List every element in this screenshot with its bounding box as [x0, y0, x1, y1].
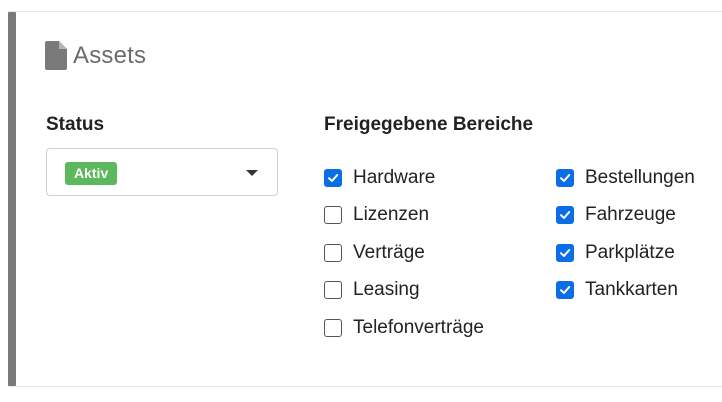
checkbox-label: Parkplätze — [585, 242, 675, 263]
checkbox-label: Leasing — [353, 279, 420, 300]
checkbox-label: Telefonverträge — [353, 317, 484, 338]
areas-label: Freigegebene Bereiche — [324, 114, 534, 135]
checkbox[interactable] — [324, 169, 342, 187]
panel-title: Assets — [73, 41, 147, 69]
checkbox-row-fahrzeuge[interactable]: Fahrzeuge — [556, 204, 676, 226]
caret-down-icon — [246, 170, 258, 176]
checkbox-row-lizenzen[interactable]: Lizenzen — [324, 204, 429, 226]
checkbox-label: Fahrzeuge — [585, 204, 676, 225]
panel-header: Assets — [45, 41, 146, 70]
checkbox[interactable] — [556, 281, 574, 299]
checkbox[interactable] — [324, 319, 342, 337]
checkbox-label: Tankkarten — [585, 279, 678, 300]
assets-panel: Assets Status Aktiv Freigegebene Bereich… — [8, 11, 722, 387]
checkbox[interactable] — [324, 244, 342, 262]
status-label: Status — [46, 114, 105, 135]
checkbox-label: Hardware — [353, 167, 436, 188]
checkbox-label: Lizenzen — [353, 204, 430, 225]
checkbox-row-leasing[interactable]: Leasing — [324, 279, 420, 301]
checkbox-row-tankkarten[interactable]: Tankkarten — [556, 279, 678, 301]
checkbox-label: Verträge — [353, 242, 425, 263]
checkbox-row-hardware[interactable]: Hardware — [324, 167, 435, 189]
status-select[interactable]: Aktiv — [46, 148, 278, 196]
file-icon — [45, 41, 67, 70]
checkbox[interactable] — [556, 244, 574, 262]
panel-accent-bar — [8, 12, 16, 386]
checkbox-row-bestellungen[interactable]: Bestellungen — [556, 167, 695, 189]
check-icon — [560, 174, 571, 182]
checkbox[interactable] — [324, 206, 342, 224]
checkbox[interactable] — [324, 281, 342, 299]
status-badge: Aktiv — [65, 162, 118, 185]
checkbox-row-vertraege[interactable]: Verträge — [324, 242, 425, 264]
check-icon — [328, 174, 339, 182]
check-icon — [560, 286, 571, 294]
check-icon — [560, 249, 571, 257]
checkbox-row-parkplaetze[interactable]: Parkplätze — [556, 242, 675, 264]
checkbox-row-telefonvertraege[interactable]: Telefonverträge — [324, 317, 484, 339]
check-icon — [560, 211, 571, 219]
checkbox-label: Bestellungen — [585, 167, 695, 188]
checkbox[interactable] — [556, 169, 574, 187]
checkbox[interactable] — [556, 206, 574, 224]
